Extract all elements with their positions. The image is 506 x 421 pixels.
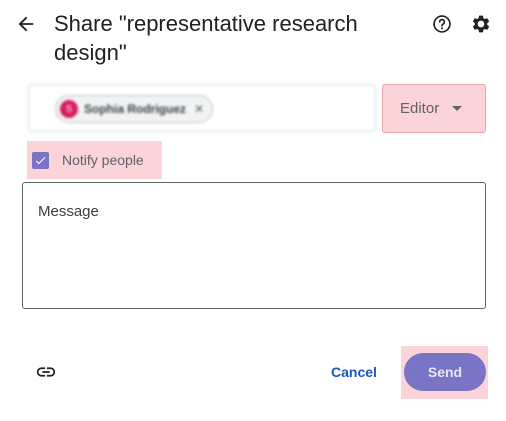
message-field[interactable] <box>22 182 486 309</box>
notify-people-label: Notify people <box>62 152 144 168</box>
avatar: S <box>60 100 78 118</box>
close-icon[interactable]: ✕ <box>194 102 204 116</box>
back-button[interactable] <box>10 8 42 40</box>
help-circle-icon <box>433 15 451 33</box>
share-dialog: Share "representative research design" S… <box>0 0 506 421</box>
cancel-button[interactable]: Cancel <box>322 356 386 388</box>
gear-icon <box>472 15 490 33</box>
role-dropdown-label: Editor <box>400 100 440 117</box>
person-chip[interactable]: S Sophia Rodriguez ✕ <box>55 95 214 123</box>
arrow-back-icon <box>18 16 34 32</box>
notify-people-option[interactable]: Notify people <box>27 141 162 179</box>
link-icon <box>36 367 56 377</box>
help-button[interactable] <box>428 10 456 38</box>
role-dropdown[interactable]: Editor <box>382 84 486 133</box>
checkmark-icon <box>35 157 46 165</box>
copy-link-button[interactable] <box>32 358 60 386</box>
send-button[interactable]: Send <box>404 353 486 391</box>
caret-down-icon <box>452 106 462 111</box>
notify-people-checkbox[interactable] <box>32 152 49 169</box>
settings-button[interactable] <box>467 10 495 38</box>
send-button-highlight: Send <box>401 346 488 399</box>
people-input[interactable]: S Sophia Rodriguez ✕ <box>28 84 376 132</box>
dialog-title: Share "representative research design" <box>54 11 358 65</box>
person-chip-name: Sophia Rodriguez <box>84 102 186 116</box>
